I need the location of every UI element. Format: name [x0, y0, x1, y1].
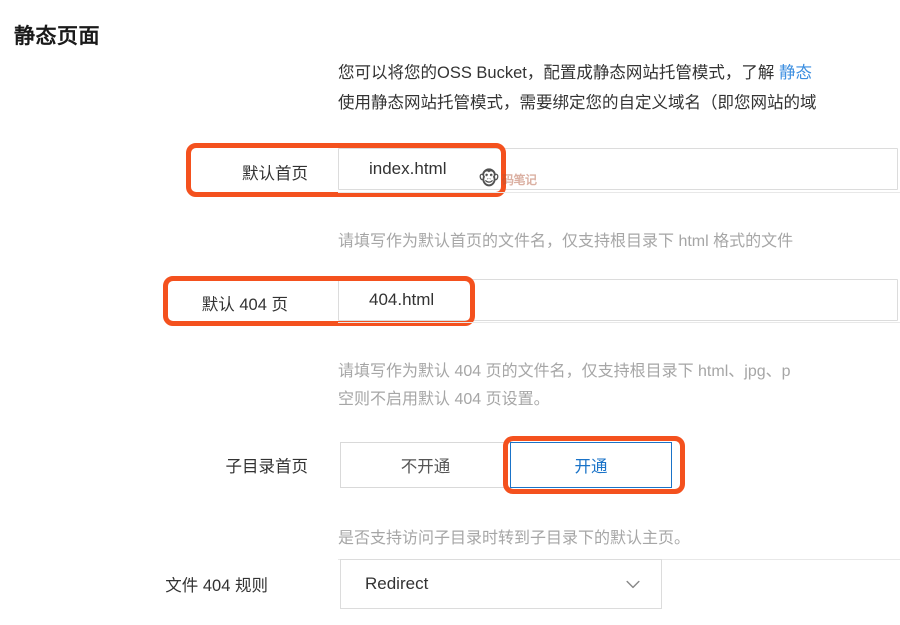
default-home-helper: 请填写作为默认首页的文件名，仅支持根目录下 html 格式的文件 [338, 233, 794, 250]
file-404-rule-select[interactable]: Redirect [340, 559, 662, 609]
subdirectory-home-option-enabled[interactable]: 开通 [510, 442, 672, 488]
intro-description: 您可以将您的OSS Bucket，配置成静态网站托管模式，了解 静态 使用静态网… [338, 58, 900, 118]
default-404-helper-line-2: 空则不启用默认 404 页设置。 [338, 391, 550, 408]
row-divider-2 [338, 322, 900, 323]
subdirectory-home-helper: 是否支持访问子目录时转到子目录下的默认主页。 [338, 530, 691, 547]
default-404-input[interactable]: 404.html [338, 279, 898, 321]
page-title: 静态页面 [14, 25, 100, 48]
monkey-face-icon: 🐵 [478, 169, 500, 190]
watermark: 🐵 码笔记 [478, 169, 537, 190]
file-404-rule-label: 文件 404 规则 [165, 577, 268, 595]
subdirectory-home-option-disabled[interactable]: 不开通 [340, 442, 510, 488]
row-divider-1 [338, 192, 900, 193]
default-home-label: 默认首页 [242, 165, 308, 183]
static-website-hosting-link[interactable]: 静态 [779, 64, 812, 82]
subdirectory-home-label: 子目录首页 [225, 458, 309, 476]
intro-line-2: 使用静态网站托管模式，需要绑定您的自定义域名（即您网站的域 [338, 94, 817, 112]
static-pages-settings-panel: 静态页面 您可以将您的OSS Bucket，配置成静态网站托管模式，了解 静态 … [0, 0, 900, 625]
default-home-input[interactable]: index.html [338, 148, 898, 190]
intro-line-1-text: 您可以将您的OSS Bucket，配置成静态网站托管模式，了解 [338, 64, 779, 82]
subdirectory-home-segmented-control[interactable]: 不开通 开通 [340, 442, 672, 488]
chevron-down-icon [626, 580, 640, 589]
intro-line-1: 您可以将您的OSS Bucket，配置成静态网站托管模式，了解 静态 [338, 58, 900, 88]
file-404-rule-selected-value: Redirect [365, 574, 429, 593]
default-404-label: 默认 404 页 [201, 296, 288, 314]
watermark-text: 码笔记 [501, 173, 537, 187]
default-404-helper-line-1: 请填写作为默认 404 页的文件名，仅支持根目录下 html、jpg、p [338, 363, 791, 380]
